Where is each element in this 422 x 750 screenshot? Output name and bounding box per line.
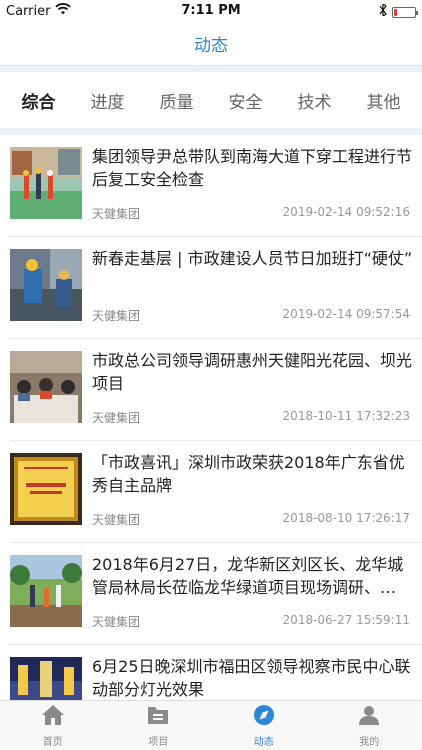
- article-title: 6月25日晚深圳市福田区领导视察市民中心联动部分灯光效果: [92, 657, 411, 699]
- tab-other[interactable]: 其他: [359, 82, 409, 119]
- alarm-icon: [378, 2, 388, 20]
- article-title: 2018年6月27日，龙华新区刘区长、龙华城管局林局长莅临龙华绿道项目现场调研、…: [92, 555, 404, 597]
- article-thumbnail: [10, 249, 82, 321]
- article-time: 2019-02-14 09:52:16: [282, 205, 410, 219]
- tabbar-label: 项目: [148, 737, 169, 748]
- bottom-tab-bar: 首页 项目 动态 我的: [0, 700, 422, 750]
- user-icon: [356, 703, 382, 731]
- article-source: 天健集团: [92, 513, 141, 527]
- article-thumbnail: [10, 351, 82, 423]
- tabbar-label: 首页: [42, 737, 63, 748]
- tab-comprehensive[interactable]: 综合: [14, 82, 64, 119]
- article-source: 天健集团: [92, 615, 141, 629]
- page-title: 动态: [194, 36, 228, 56]
- article-time: 2018-10-11 17:32:23: [282, 409, 410, 423]
- article-title: 市政总公司领导调研惠州天健阳光花园、坝光项目: [92, 351, 413, 393]
- article-title: 新春走基层 | 市政建设人员节日加班打“硬仗”: [92, 249, 413, 268]
- tabbar-label: 我的: [359, 737, 380, 748]
- app-screen: Carrier 7:11 PM 动态 综合 进度 质量 安全 技术 其他 集团领…: [0, 0, 422, 750]
- list-item[interactable]: 2018年6月27日，龙华新区刘区长、龙华城管局林局长莅临龙华绿道项目现场调研、…: [10, 543, 422, 645]
- tabbar-label: 动态: [253, 737, 274, 748]
- home-icon: [40, 703, 66, 731]
- article-source: 天健集团: [92, 411, 141, 425]
- article-thumbnail: [10, 453, 82, 525]
- article-list: 集团领导尹总带队到南海大道下穿工程进行节后复工安全检查 天健集团 2019-02…: [0, 135, 422, 747]
- tabbar-home[interactable]: 首页: [0, 701, 106, 750]
- article-thumbnail: [10, 555, 82, 627]
- navigation-bar: 动态: [0, 22, 422, 66]
- divider: [0, 128, 422, 135]
- article-time: 2018-08-10 17:26:17: [282, 511, 410, 525]
- battery-icon: [392, 6, 418, 18]
- tab-technology[interactable]: 技术: [290, 82, 340, 119]
- article-time: 2019-02-14 09:57:54: [282, 307, 410, 321]
- status-time: 7:11 PM: [181, 3, 241, 18]
- tab-safety[interactable]: 安全: [221, 82, 271, 119]
- article-time: 2018-06-27 15:59:11: [282, 613, 410, 627]
- tabbar-news[interactable]: 动态: [211, 701, 317, 750]
- tab-progress[interactable]: 进度: [83, 82, 133, 119]
- article-thumbnail: [10, 147, 82, 219]
- compass-icon: [251, 703, 277, 731]
- list-item[interactable]: 集团领导尹总带队到南海大道下穿工程进行节后复工安全检查 天健集团 2019-02…: [10, 135, 422, 237]
- article-source: 天健集团: [92, 309, 141, 323]
- article-title: 集团领导尹总带队到南海大道下穿工程进行节后复工安全检查: [92, 147, 413, 189]
- article-title: 「市政喜讯」深圳市政荣获2018年广东省优秀自主品牌: [92, 453, 405, 495]
- tabbar-profile[interactable]: 我的: [317, 701, 422, 750]
- tabbar-project[interactable]: 项目: [106, 701, 212, 750]
- list-item[interactable]: 新春走基层 | 市政建设人员节日加班打“硬仗” 天健集团 2019-02-14 …: [10, 237, 422, 339]
- status-bar: Carrier 7:11 PM: [0, 0, 422, 22]
- project-icon: [145, 703, 171, 731]
- category-tabs: 综合 进度 质量 安全 技术 其他: [0, 72, 422, 128]
- list-item[interactable]: 「市政喜讯」深圳市政荣获2018年广东省优秀自主品牌 天健集团 2018-08-…: [10, 441, 422, 543]
- tab-quality[interactable]: 质量: [152, 82, 202, 119]
- article-source: 天健集团: [92, 207, 141, 221]
- list-item[interactable]: 市政总公司领导调研惠州天健阳光花园、坝光项目 天健集团 2018-10-11 1…: [10, 339, 422, 441]
